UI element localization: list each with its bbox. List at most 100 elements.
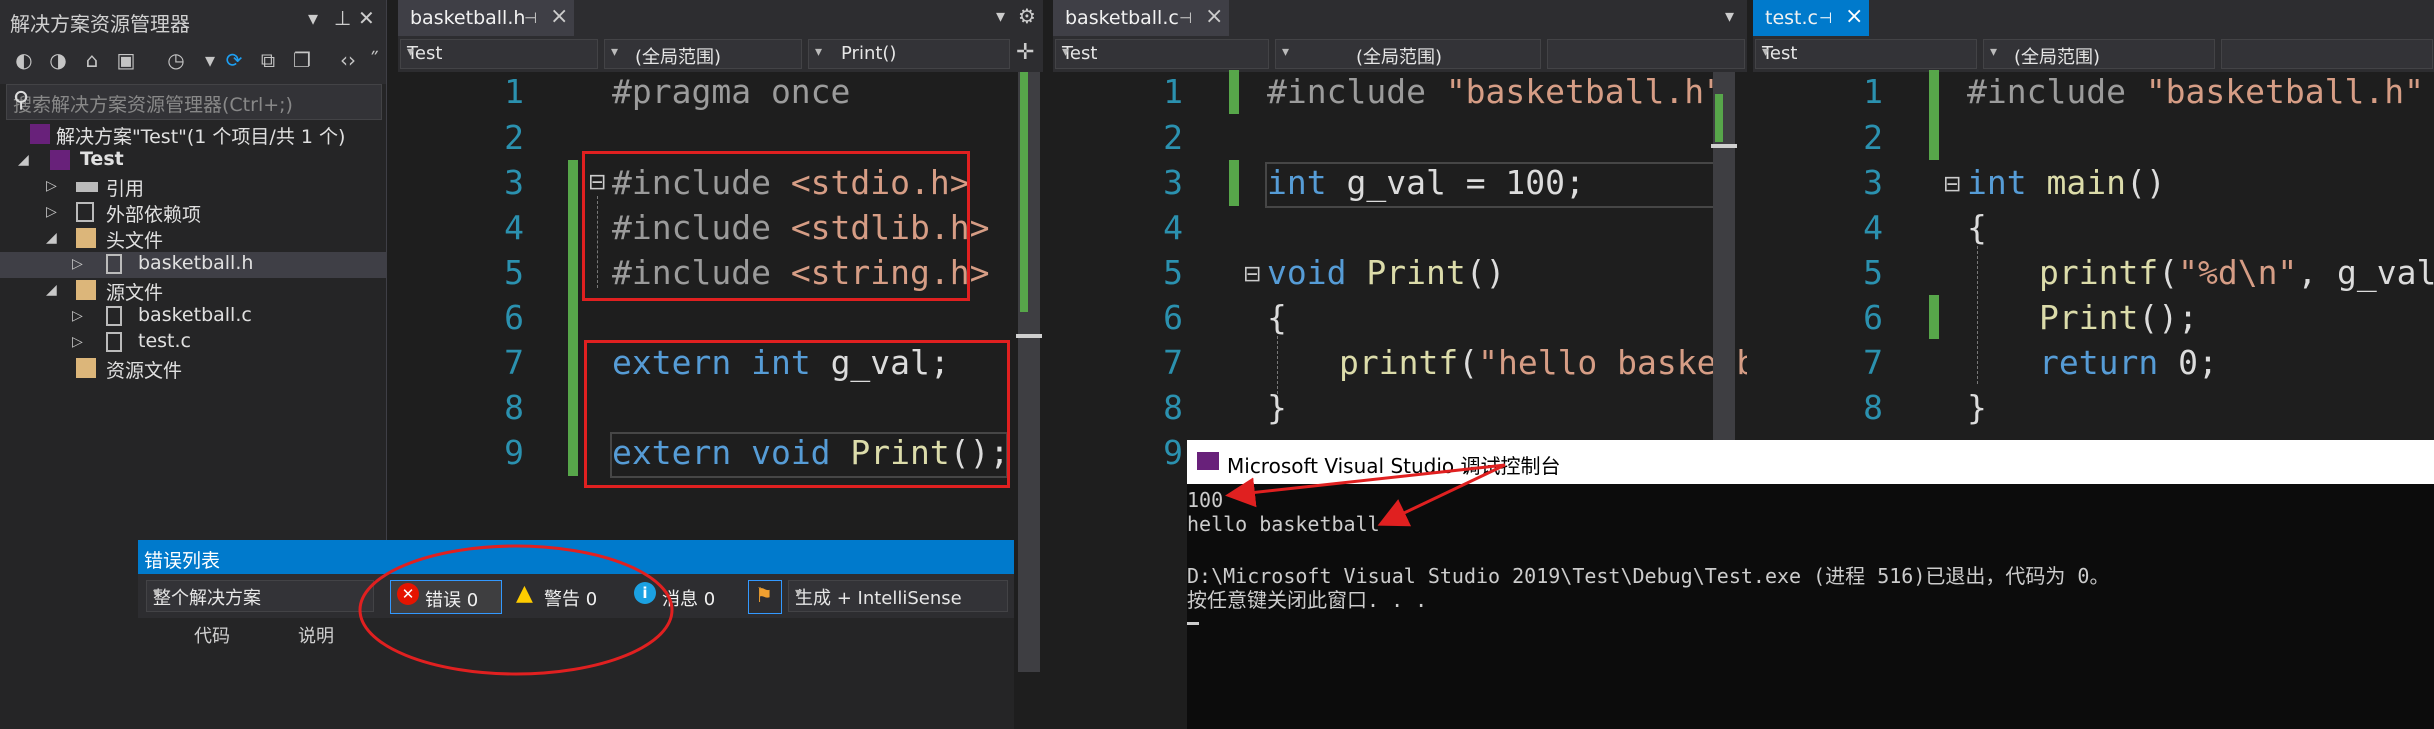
expand-arrow-icon[interactable]: ◢ (46, 282, 57, 298)
expand-arrow-icon[interactable]: ◢ (18, 152, 29, 168)
code-line-1[interactable]: #pragma once (612, 72, 850, 111)
scope-combo[interactable]: (全局范围) ▾ (1983, 39, 2215, 69)
collapse-arrow-icon[interactable]: ▷ (72, 308, 83, 324)
search-icon[interactable]: ⚲ (13, 88, 373, 113)
project-combo[interactable]: Test ▾ (400, 39, 598, 69)
code-line-1[interactable]: #include "basketball.h" (1967, 72, 2424, 111)
code-line-7[interactable]: return 0; (2039, 343, 2218, 382)
solution-explorer-titlebar: 解决方案资源管理器 ▾ ⊥ ✕ (0, 0, 386, 38)
dropdown-icon[interactable]: ▾ (308, 6, 318, 30)
line-number: 5 (1863, 253, 1883, 292)
code-line-7[interactable]: printf("hello basketb (1339, 343, 1747, 382)
close-icon[interactable]: ✕ (358, 6, 375, 30)
annotation-box-externs (584, 340, 1010, 488)
tree-item-basketball-h[interactable]: ▷ basketball.h (0, 252, 386, 278)
code-line-4[interactable]: { (1967, 208, 1987, 247)
project-combo[interactable]: Test ▾ (1055, 39, 1269, 69)
collapse-arrow-icon[interactable]: ▷ (46, 204, 57, 220)
scope-combo[interactable]: (全局范围) ▾ (604, 39, 802, 69)
scroll-thumb[interactable] (1016, 334, 1042, 338)
pin-icon[interactable]: ⊥ (334, 6, 351, 30)
refresh-icon[interactable]: ⟳ (220, 46, 248, 74)
column-code-header[interactable]: 代码 (194, 622, 230, 648)
build-source-combo[interactable]: 生成 + IntelliSense ▾ (788, 580, 1008, 612)
tab-label: test.c (1765, 7, 1818, 29)
tab-basketball-c[interactable]: basketball.c ⊣ × (1053, 0, 1229, 36)
code-line-6[interactable]: Print(); (2039, 298, 2198, 337)
tree-item-resource-files[interactable]: 资源文件 (0, 356, 386, 382)
filter-build-button[interactable]: ⚑ (748, 580, 782, 614)
code-line-8[interactable]: } (1967, 388, 1987, 427)
line-number: 2 (1863, 118, 1883, 157)
close-icon[interactable]: × (1205, 4, 1223, 29)
home-icon[interactable]: ⌂ (78, 46, 106, 74)
solution-explorer-title: 解决方案资源管理器 (10, 12, 190, 36)
code-line-3[interactable]: int g_val = 100; (1267, 163, 1585, 202)
member-combo[interactable]: Print() ▾ (808, 39, 1010, 69)
more-icon[interactable]: ˝ (360, 46, 388, 74)
tree-item-label: 解决方案"Test"(1 个项目/共 1 个) (56, 126, 346, 148)
scope-combo[interactable]: (全局范围) ▾ (1275, 39, 1541, 69)
external-deps-icon (76, 202, 94, 222)
code-line-3[interactable]: int main() (1967, 163, 2166, 202)
scroll-thumb[interactable] (1711, 144, 1737, 148)
line-number: 7 (1863, 343, 1883, 382)
pin-icon[interactable]: ⊣ (1179, 9, 1192, 27)
show-all-files-icon[interactable]: ❐ (288, 46, 316, 74)
member-combo[interactable] (1547, 39, 1745, 69)
line-number: 6 (1863, 298, 1883, 337)
tree-item-references[interactable]: ▷ 引用 (0, 174, 386, 200)
dropdown-icon[interactable]: ▾ (996, 6, 1005, 27)
dropdown-icon[interactable]: ▾ (1725, 6, 1734, 27)
line-number: 1 (1863, 72, 1883, 111)
close-icon[interactable]: × (1845, 4, 1863, 29)
project-combo[interactable]: Test ▾ (1755, 39, 1977, 69)
solution-search-input[interactable]: 搜索解决方案资源管理器(Ctrl+;) ⚲ (6, 84, 382, 120)
forward-icon[interactable]: ◑ (44, 46, 72, 74)
change-marker (1229, 70, 1239, 114)
line-number: 7 (1163, 343, 1183, 382)
tree-item-basketball-c[interactable]: ▷ basketball.c (0, 304, 386, 330)
tree-item-header-files[interactable]: ◢ 头文件 (0, 226, 386, 252)
member-combo[interactable] (2221, 39, 2433, 69)
scope-filter-combo[interactable]: 整个解决方案 ▾ (146, 580, 374, 612)
tab-test-c[interactable]: test.c ⊣ × (1753, 0, 1869, 36)
gear-icon[interactable]: ⚙ (1018, 4, 1036, 28)
line-number: 4 (1863, 208, 1883, 247)
editor-tabbar: test.c ⊣ × (1753, 0, 2434, 36)
collapse-region-icon[interactable]: ⊟ (1943, 172, 1961, 197)
line-number: 4 (504, 208, 524, 247)
collapse-arrow-icon[interactable]: ▷ (46, 178, 57, 194)
collapse-region-icon[interactable]: ⊟ (1243, 262, 1261, 287)
column-desc-header[interactable]: 说明 (298, 622, 334, 648)
split-icon[interactable]: ✛ (1016, 40, 1034, 65)
expand-arrow-icon[interactable]: ◢ (46, 230, 57, 246)
collapse-arrow-icon[interactable]: ▷ (72, 256, 83, 272)
tree-item-label: basketball.c (138, 304, 252, 326)
tree-item-test-c[interactable]: ▷ test.c (0, 330, 386, 356)
code-line-5[interactable]: printf("%d\n", g_val); (2039, 253, 2434, 292)
console-cursor (1187, 622, 1199, 625)
code-line-1[interactable]: #include "basketball.h" (1267, 72, 1724, 111)
folder-icon (76, 228, 96, 248)
code-line-5[interactable]: void Print() (1267, 253, 1505, 292)
tree-item-source-files[interactable]: ◢ 源文件 (0, 278, 386, 304)
back-icon[interactable]: ◐ (10, 46, 38, 74)
tree-item-external-deps[interactable]: ▷ 外部依赖项 (0, 200, 386, 226)
pin-icon[interactable]: ⊣ (524, 9, 537, 27)
tree-item-solution[interactable]: 解决方案"Test"(1 个项目/共 1 个) (0, 122, 386, 148)
code-view-icon[interactable]: ‹› (334, 46, 362, 74)
tab-basketball-h[interactable]: basketball.h ⊣ × (398, 0, 574, 36)
line-number: 1 (504, 72, 524, 111)
file-icon (106, 332, 122, 352)
error-list-title: 错误列表 (144, 550, 221, 572)
tree-item-project[interactable]: ◢ Test (0, 148, 386, 174)
pending-changes-icon[interactable]: ◷ (162, 46, 190, 74)
line-number: 3 (504, 163, 524, 202)
switch-views-icon[interactable]: ▣ (112, 46, 140, 74)
close-icon[interactable]: × (550, 4, 568, 29)
pin-icon[interactable]: ⊣ (1819, 9, 1832, 27)
collapse-arrow-icon[interactable]: ▷ (72, 334, 83, 350)
code-line-6[interactable]: { (1267, 298, 1287, 337)
collapse-all-icon[interactable]: ⧉ (254, 46, 282, 74)
